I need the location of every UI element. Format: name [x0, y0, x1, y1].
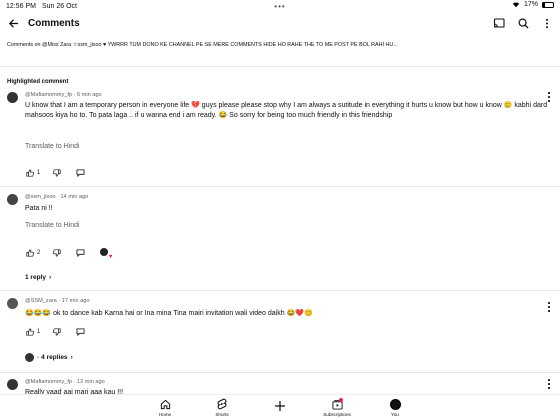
- multitasking-dots-icon[interactable]: •••: [274, 2, 285, 11]
- shorts-icon: [216, 398, 228, 410]
- comment-time: 12 min ago: [77, 379, 105, 385]
- comments-context-banner[interactable]: Comments on @Miss Zara ☆ssm_jisoo ♥ YWRR…: [7, 42, 553, 48]
- nav-label: You: [391, 412, 399, 417]
- status-date: Sun 26 Oct: [41, 2, 77, 10]
- comment-time: 17 min ago: [61, 298, 90, 304]
- comment-meta: @Mafiamommy_fp · 12 min ago: [25, 379, 105, 385]
- comment-text: U know that I am a temporary person in e…: [25, 102, 548, 119]
- divider: [0, 372, 560, 373]
- nav-subscriptions[interactable]: Subscriptions: [307, 398, 367, 417]
- replies-count: 1 reply: [25, 274, 46, 281]
- comment-actions: 1: [25, 168, 88, 178]
- comment-author[interactable]: @Mafiamommy_fp: [25, 379, 72, 385]
- translate-link[interactable]: Translate to Hindi: [25, 143, 80, 150]
- comment-actions: 2 ♥: [25, 248, 112, 260]
- translate-link[interactable]: Translate to Hindi: [25, 222, 80, 229]
- comment-time: 14 min ago: [60, 194, 89, 200]
- comment-text: Pata ni !!: [25, 205, 53, 212]
- nav-create[interactable]: [250, 398, 310, 414]
- create-icon: [274, 400, 286, 412]
- comment-actions: 1: [25, 327, 88, 337]
- reply-icon[interactable]: [76, 169, 85, 178]
- status-time: 12:56 PM: [6, 2, 36, 10]
- notification-dot: [339, 398, 343, 402]
- wifi-icon: [512, 2, 520, 8]
- like-icon[interactable]: [25, 249, 34, 258]
- comment-author[interactable]: @ssm_jisoo: [25, 194, 56, 200]
- like-count: 1: [37, 170, 41, 176]
- replies-count: 4 replies: [41, 354, 68, 361]
- reply-icon[interactable]: [76, 328, 85, 337]
- battery-percent: 17%: [523, 1, 538, 8]
- status-bar: 12:56 PM Sun 26 Oct ••• 17%: [0, 0, 560, 12]
- comment-author[interactable]: @Mafiamommy_fp: [25, 92, 72, 98]
- like-icon[interactable]: [25, 169, 34, 178]
- bottom-navigation: Home Shorts Subscriptions You: [0, 394, 560, 420]
- nav-you[interactable]: You: [365, 398, 425, 417]
- nav-label: Subscriptions: [323, 412, 351, 417]
- page-title: Comments: [28, 17, 80, 29]
- chevron-right-icon: ›: [70, 354, 73, 361]
- reply-icon[interactable]: [76, 249, 85, 258]
- chevron-dot: ·: [37, 354, 40, 361]
- like-icon[interactable]: [25, 328, 34, 337]
- avatar[interactable]: [7, 379, 18, 390]
- comment-meta: @SSM_zara · 17 min ago: [25, 298, 90, 304]
- nav-shorts[interactable]: Shorts: [192, 398, 252, 417]
- avatar[interactable]: [7, 92, 18, 103]
- more-vertical-icon[interactable]: [540, 16, 554, 30]
- comment-time: 6 min ago: [77, 92, 102, 98]
- you-avatar: [389, 398, 401, 410]
- reply-avatars: [25, 353, 34, 362]
- divider: [0, 66, 560, 67]
- nav-home[interactable]: Home: [135, 398, 195, 417]
- nav-label: Shorts: [215, 412, 229, 417]
- subscriptions-icon: [331, 398, 343, 410]
- avatar[interactable]: [7, 194, 18, 205]
- avatar[interactable]: [7, 298, 18, 309]
- comments-header: Comments: [0, 12, 560, 34]
- view-replies-button[interactable]: 1 reply ›: [25, 274, 51, 281]
- back-arrow-icon[interactable]: [6, 16, 20, 30]
- dislike-icon[interactable]: [52, 328, 61, 337]
- battery-icon: [542, 1, 554, 8]
- dislike-icon[interactable]: [52, 249, 61, 258]
- cast-icon[interactable]: [492, 16, 506, 30]
- divider: [0, 186, 560, 187]
- home-icon: [159, 398, 171, 410]
- comment-meta: @Mafiamommy_fp · 6 min ago: [25, 92, 102, 98]
- section-label: Highlighted comment: [7, 79, 69, 85]
- view-replies-button[interactable]: · 4 replies ›: [25, 353, 73, 362]
- like-count: 1: [37, 329, 41, 335]
- nav-label: Home: [158, 412, 172, 417]
- divider: [0, 290, 560, 291]
- comment-author[interactable]: @SSM_zara: [25, 298, 57, 304]
- dislike-icon[interactable]: [52, 169, 61, 178]
- search-icon[interactable]: [516, 16, 530, 30]
- comment-text: 😂😂😂 ok to dance kab Karna hai or Ina min…: [25, 310, 313, 317]
- comment-meta: @ssm_jisoo · 14 min ago: [25, 194, 89, 200]
- creator-heart-icon: ♥: [100, 248, 112, 260]
- chevron-right-icon: ›: [48, 274, 52, 281]
- like-count: 2: [37, 250, 41, 256]
